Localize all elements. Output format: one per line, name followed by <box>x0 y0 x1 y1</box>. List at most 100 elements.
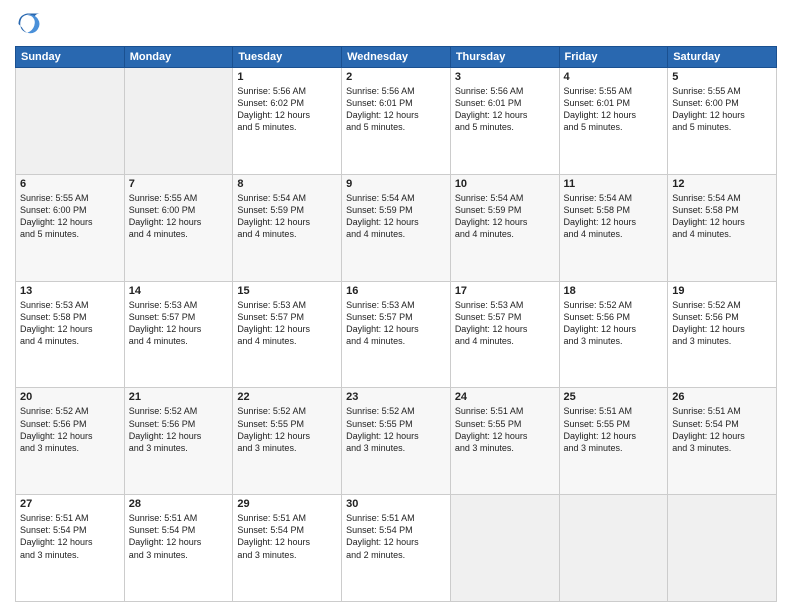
cell-info: Sunrise: 5:51 AM Sunset: 5:54 PM Dayligh… <box>20 512 120 561</box>
cell-info: Sunrise: 5:51 AM Sunset: 5:54 PM Dayligh… <box>129 512 229 561</box>
calendar-cell: 9Sunrise: 5:54 AM Sunset: 5:59 PM Daylig… <box>342 174 451 281</box>
day-number: 30 <box>346 498 446 510</box>
day-number: 26 <box>672 391 772 403</box>
cell-info: Sunrise: 5:54 AM Sunset: 5:58 PM Dayligh… <box>564 192 664 241</box>
day-number: 1 <box>237 71 337 83</box>
day-number: 6 <box>20 178 120 190</box>
calendar-cell: 17 Sunrise: 5:53 AM Sunset: 5:57 PM Dayli… <box>450 281 559 388</box>
calendar-cell: 30 Sunrise: 5:51 AM Sunset: 5:54 PM Dayli… <box>342 495 451 602</box>
calendar-cell <box>559 495 668 602</box>
logo <box>15 10 47 38</box>
day-number: 17 <box>455 285 555 297</box>
calendar-cell: 13Sunrise: 5:53 AM Sunset: 5:58 PM Dayli… <box>16 281 125 388</box>
day-number: 12 <box>672 178 772 190</box>
cell-info: Sunrise: 5:54 AM Sunset: 5:58 PM Dayligh… <box>672 192 772 241</box>
cell-info: Sunrise: 5:55 AM Sunset: 6:01 PM Dayligh… <box>564 85 664 134</box>
cell-info: Sunrise: 5:53 AM Sunset: 5:57 PM Dayligh… <box>129 299 229 348</box>
day-header: Monday <box>124 47 233 68</box>
calendar-cell: 8 Sunrise: 5:54 AM Sunset: 5:59 PM Daylig… <box>233 174 342 281</box>
calendar-cell: 4 Sunrise: 5:55 AM Sunset: 6:01 PM Daylig… <box>559 68 668 175</box>
day-number: 21 <box>129 391 229 403</box>
calendar-cell: 3 Sunrise: 5:56 AM Sunset: 6:01 PM Daylig… <box>450 68 559 175</box>
calendar-cell: 5Sunrise: 5:55 AM Sunset: 6:00 PM Daylig… <box>668 68 777 175</box>
day-number: 8 <box>237 178 337 190</box>
calendar-week-row: 20Sunrise: 5:52 AM Sunset: 5:56 PM Dayli… <box>16 388 777 495</box>
calendar-cell: 1 Sunrise: 5:56 AM Sunset: 6:02 PM Daylig… <box>233 68 342 175</box>
cell-info: Sunrise: 5:52 AM Sunset: 5:56 PM Dayligh… <box>129 405 229 454</box>
calendar-cell: 21 Sunrise: 5:52 AM Sunset: 5:56 PM Dayli… <box>124 388 233 495</box>
calendar-cell: 10 Sunrise: 5:54 AM Sunset: 5:59 PM Dayli… <box>450 174 559 281</box>
day-number: 27 <box>20 498 120 510</box>
calendar-cell: 6 Sunrise: 5:55 AM Sunset: 6:00 PM Daylig… <box>16 174 125 281</box>
calendar-cell: 15 Sunrise: 5:53 AM Sunset: 5:57 PM Dayli… <box>233 281 342 388</box>
cell-info: Sunrise: 5:54 AM Sunset: 5:59 PM Dayligh… <box>237 192 337 241</box>
day-number: 25 <box>564 391 664 403</box>
day-number: 22 <box>237 391 337 403</box>
day-number: 3 <box>455 71 555 83</box>
cell-info: Sunrise: 5:55 AM Sunset: 6:00 PM Dayligh… <box>129 192 229 241</box>
day-number: 11 <box>564 178 664 190</box>
cell-info: Sunrise: 5:52 AM Sunset: 5:55 PM Dayligh… <box>237 405 337 454</box>
day-number: 16 <box>346 285 446 297</box>
calendar-cell: 2 Sunrise: 5:56 AM Sunset: 6:01 PM Daylig… <box>342 68 451 175</box>
day-header: Friday <box>559 47 668 68</box>
calendar-cell: 16 Sunrise: 5:53 AM Sunset: 5:57 PM Dayli… <box>342 281 451 388</box>
cell-info: Sunrise: 5:51 AM Sunset: 5:54 PM Dayligh… <box>237 512 337 561</box>
calendar-cell <box>16 68 125 175</box>
day-number: 24 <box>455 391 555 403</box>
calendar-cell: 12 Sunrise: 5:54 AM Sunset: 5:58 PM Dayli… <box>668 174 777 281</box>
day-number: 15 <box>237 285 337 297</box>
cell-info: Sunrise: 5:51 AM Sunset: 5:54 PM Dayligh… <box>346 512 446 561</box>
calendar-cell: 22 Sunrise: 5:52 AM Sunset: 5:55 PM Dayli… <box>233 388 342 495</box>
day-number: 18 <box>564 285 664 297</box>
day-number: 23 <box>346 391 446 403</box>
cell-info: Sunrise: 5:55 AM Sunset: 6:00 PM Dayligh… <box>20 192 120 241</box>
cell-info: Sunrise: 5:52 AM Sunset: 5:56 PM Dayligh… <box>672 299 772 348</box>
cell-info: Sunrise: 5:52 AM Sunset: 5:56 PM Dayligh… <box>564 299 664 348</box>
day-number: 9 <box>346 178 446 190</box>
cell-info: Sunrise: 5:53 AM Sunset: 5:57 PM Dayligh… <box>346 299 446 348</box>
calendar-cell: 7 Sunrise: 5:55 AM Sunset: 6:00 PM Daylig… <box>124 174 233 281</box>
cell-info: Sunrise: 5:51 AM Sunset: 5:54 PM Dayligh… <box>672 405 772 454</box>
day-number: 29 <box>237 498 337 510</box>
calendar-cell: 11 Sunrise: 5:54 AM Sunset: 5:58 PM Dayli… <box>559 174 668 281</box>
day-header: Saturday <box>668 47 777 68</box>
cell-info: Sunrise: 5:53 AM Sunset: 5:58 PM Dayligh… <box>20 299 120 348</box>
day-number: 28 <box>129 498 229 510</box>
calendar-week-row: 6 Sunrise: 5:55 AM Sunset: 6:00 PM Daylig… <box>16 174 777 281</box>
calendar-cell <box>124 68 233 175</box>
day-number: 2 <box>346 71 446 83</box>
day-header: Sunday <box>16 47 125 68</box>
day-number: 19 <box>672 285 772 297</box>
calendar-cell: 28 Sunrise: 5:51 AM Sunset: 5:54 PM Dayli… <box>124 495 233 602</box>
day-number: 7 <box>129 178 229 190</box>
calendar-cell: 24 Sunrise: 5:51 AM Sunset: 5:55 PM Dayli… <box>450 388 559 495</box>
calendar-header-row: SundayMondayTuesdayWednesdayThursdayFrid… <box>16 47 777 68</box>
calendar-week-row: 27 Sunrise: 5:51 AM Sunset: 5:54 PM Dayli… <box>16 495 777 602</box>
cell-info: Sunrise: 5:53 AM Sunset: 5:57 PM Dayligh… <box>455 299 555 348</box>
cell-info: Sunrise: 5:54 AM Sunset: 5:59 PM Dayligh… <box>455 192 555 241</box>
header <box>15 10 777 38</box>
calendar-week-row: 13Sunrise: 5:53 AM Sunset: 5:58 PM Dayli… <box>16 281 777 388</box>
calendar-cell: 23Sunrise: 5:52 AM Sunset: 5:55 PM Dayli… <box>342 388 451 495</box>
day-number: 14 <box>129 285 229 297</box>
day-header: Wednesday <box>342 47 451 68</box>
calendar-cell: 26 Sunrise: 5:51 AM Sunset: 5:54 PM Dayli… <box>668 388 777 495</box>
day-number: 4 <box>564 71 664 83</box>
cell-info: Sunrise: 5:51 AM Sunset: 5:55 PM Dayligh… <box>455 405 555 454</box>
logo-icon <box>15 10 43 38</box>
cell-info: Sunrise: 5:55 AM Sunset: 6:00 PM Dayligh… <box>672 85 772 134</box>
cell-info: Sunrise: 5:53 AM Sunset: 5:57 PM Dayligh… <box>237 299 337 348</box>
cell-info: Sunrise: 5:56 AM Sunset: 6:01 PM Dayligh… <box>346 85 446 134</box>
cell-info: Sunrise: 5:56 AM Sunset: 6:01 PM Dayligh… <box>455 85 555 134</box>
calendar-cell: 27 Sunrise: 5:51 AM Sunset: 5:54 PM Dayli… <box>16 495 125 602</box>
day-header: Thursday <box>450 47 559 68</box>
calendar-week-row: 1 Sunrise: 5:56 AM Sunset: 6:02 PM Daylig… <box>16 68 777 175</box>
calendar-cell: 20Sunrise: 5:52 AM Sunset: 5:56 PM Dayli… <box>16 388 125 495</box>
cell-info: Sunrise: 5:52 AM Sunset: 5:56 PM Dayligh… <box>20 405 120 454</box>
cell-info: Sunrise: 5:51 AM Sunset: 5:55 PM Dayligh… <box>564 405 664 454</box>
cell-info: Sunrise: 5:56 AM Sunset: 6:02 PM Dayligh… <box>237 85 337 134</box>
day-number: 10 <box>455 178 555 190</box>
calendar-cell: 19 Sunrise: 5:52 AM Sunset: 5:56 PM Dayli… <box>668 281 777 388</box>
calendar-cell: 14 Sunrise: 5:53 AM Sunset: 5:57 PM Dayli… <box>124 281 233 388</box>
